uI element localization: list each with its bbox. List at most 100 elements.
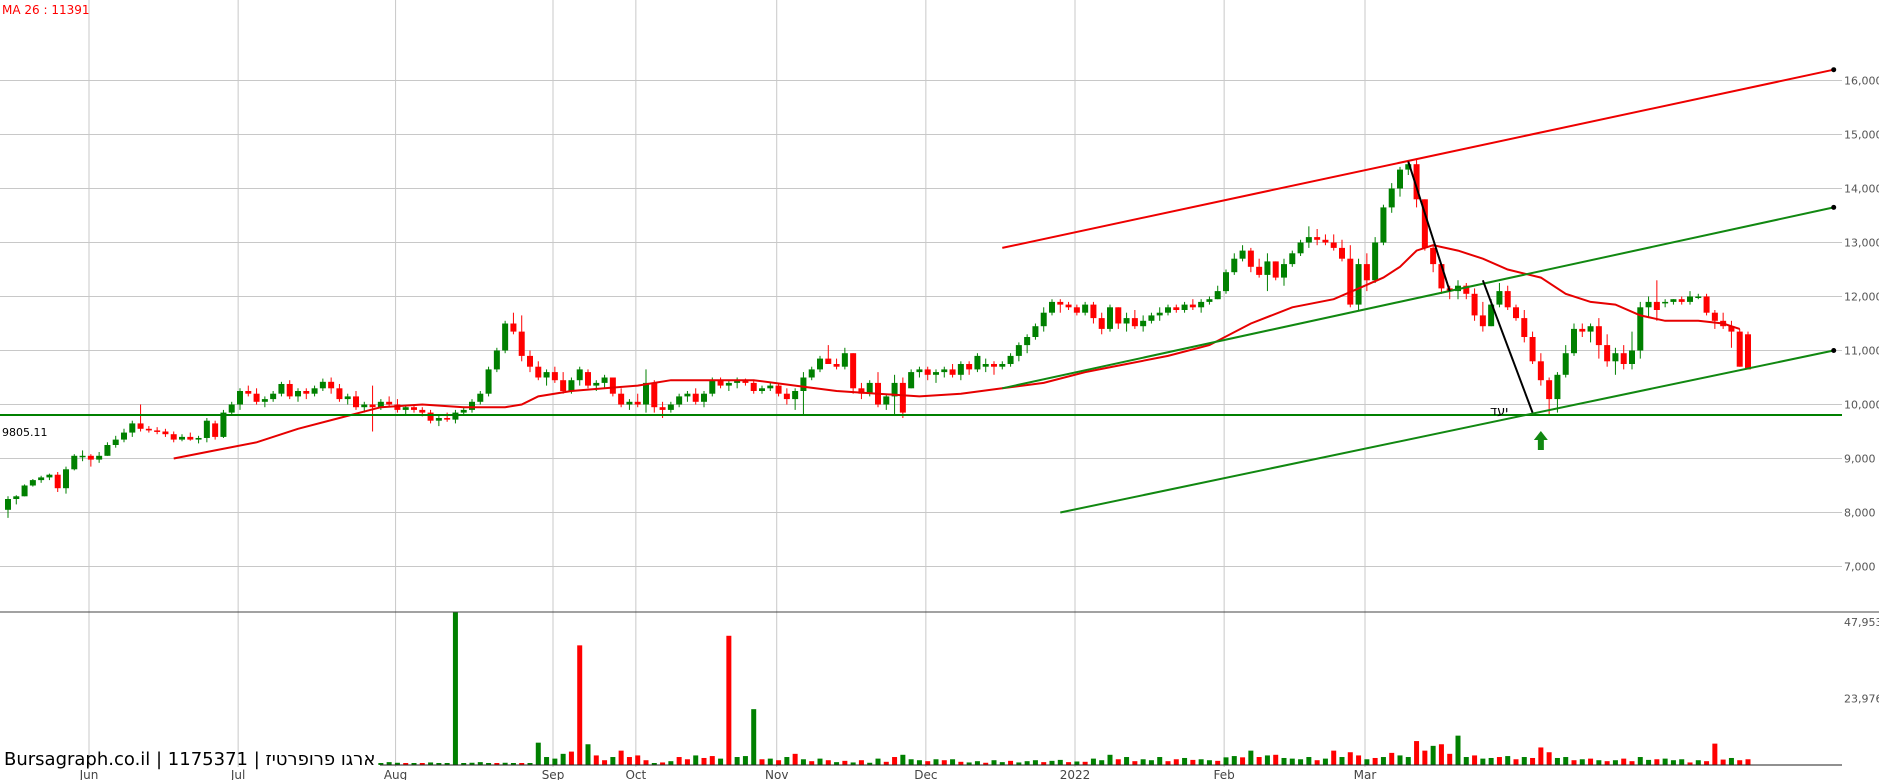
candle-body — [1049, 301, 1055, 313]
candle — [212, 420, 219, 440]
candle — [493, 347, 500, 373]
candle-body — [1388, 188, 1395, 208]
volume-bar — [726, 635, 732, 765]
volume-bar — [1140, 759, 1146, 765]
candle-body — [1339, 247, 1345, 259]
candle-body — [626, 401, 633, 405]
candle — [1372, 237, 1379, 283]
month-tick-label: Feb — [1214, 768, 1235, 780]
volume-bar — [1695, 760, 1701, 765]
candle-body — [1745, 334, 1751, 370]
trend-line-endpoint — [1831, 67, 1837, 73]
volume-bar — [1405, 757, 1411, 765]
candle-body — [303, 391, 310, 394]
volume-bar — [1032, 760, 1038, 765]
candle-body — [924, 369, 931, 375]
target-annotation: יעד — [1490, 404, 1508, 419]
candle-body — [71, 455, 78, 470]
candle-body — [775, 385, 782, 394]
volume-bar — [602, 760, 608, 765]
candle-body — [477, 393, 484, 402]
volume-bar — [751, 709, 757, 765]
price-tick-label: 8,000 — [1844, 507, 1876, 520]
volume-bar — [1480, 758, 1486, 765]
price-tick-label: 13,000 — [1844, 237, 1879, 250]
volume-bar — [1289, 758, 1295, 765]
volume-bar — [1264, 755, 1270, 765]
candle — [485, 366, 492, 397]
candle-body — [1098, 318, 1105, 329]
candle-body — [1687, 296, 1693, 302]
candle-body — [684, 393, 691, 397]
candle-body — [1015, 345, 1022, 356]
candle-body — [145, 428, 152, 431]
candle — [1736, 328, 1743, 367]
candle-body — [502, 323, 509, 351]
candle-body — [576, 369, 583, 381]
volume-bar — [1215, 760, 1221, 765]
candle-body — [212, 423, 219, 437]
candle-body — [1380, 207, 1387, 243]
volume-bar — [1554, 757, 1560, 765]
volume-bar — [1090, 758, 1096, 765]
candle-body — [1115, 307, 1122, 324]
candle-body — [96, 455, 103, 460]
volume-bar — [892, 757, 898, 765]
volume-bar — [1281, 757, 1287, 765]
candle-body — [1629, 350, 1635, 364]
volume-bar — [1198, 759, 1204, 765]
volume-bar — [784, 757, 790, 765]
volume-bar — [1306, 757, 1312, 765]
volume-bar — [635, 755, 641, 765]
month-tick-label: Nov — [765, 768, 788, 780]
candle — [585, 369, 591, 389]
candle-body — [444, 418, 451, 420]
volume-bar — [941, 760, 947, 765]
candle-body — [1703, 296, 1710, 313]
volume-bar — [1240, 757, 1246, 765]
candle-body — [1140, 320, 1147, 327]
volume-bar — [1099, 760, 1105, 765]
candle-body — [899, 382, 906, 413]
volume-bar — [1430, 745, 1436, 765]
candle-body — [278, 383, 285, 394]
volume-bar — [916, 760, 922, 765]
candle — [21, 484, 28, 497]
candle-body — [833, 364, 840, 367]
candle-body — [1736, 331, 1743, 367]
candle-body — [187, 436, 194, 440]
volume-bar — [693, 755, 699, 765]
volume-bar — [1231, 756, 1237, 765]
volume-bar — [544, 757, 550, 765]
volume-tick-label: 47,953 — [1844, 616, 1879, 629]
volume-bar — [809, 761, 815, 765]
candle-body — [129, 423, 136, 433]
volume-bar — [1546, 752, 1552, 765]
candle-body — [1082, 304, 1089, 313]
volume-bar — [668, 761, 674, 765]
candle-body — [203, 420, 210, 438]
candle — [899, 377, 906, 418]
candle-body — [286, 383, 293, 397]
volume-bar — [1538, 747, 1544, 765]
volume-bar — [800, 759, 806, 765]
candle-body — [179, 436, 185, 440]
volume-bar — [1157, 757, 1163, 765]
volume-bar — [1223, 757, 1229, 765]
candle-body — [1264, 261, 1271, 275]
candle-body — [419, 409, 426, 413]
volume-bar — [1115, 759, 1121, 765]
candle-body — [1189, 304, 1196, 308]
candle-body — [1571, 328, 1577, 354]
volume-bar — [767, 758, 773, 765]
candle-body — [535, 366, 542, 378]
volume-bar — [1571, 760, 1577, 765]
candle-body — [1173, 307, 1180, 310]
volume-bar — [1248, 750, 1254, 765]
volume-bar — [1298, 759, 1304, 765]
candle-body — [63, 469, 69, 489]
candle-body — [154, 430, 161, 432]
candle-body — [692, 393, 699, 402]
volume-bar — [535, 742, 541, 765]
candle-body — [1479, 315, 1486, 327]
